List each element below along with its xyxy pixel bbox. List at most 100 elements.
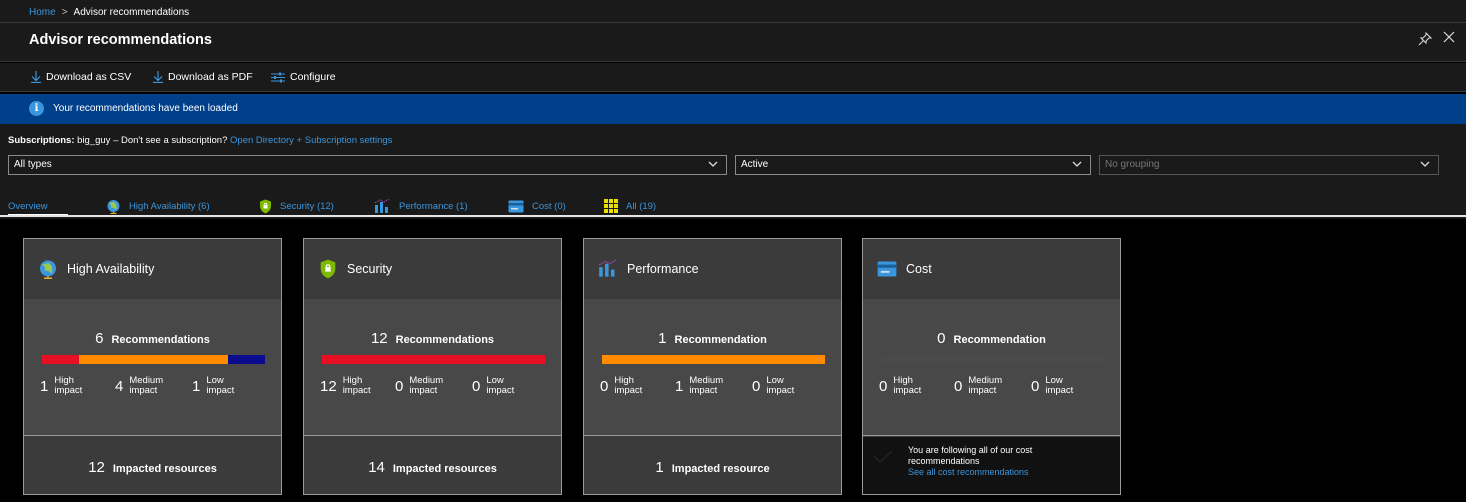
high-impact-label-2: impact	[54, 385, 83, 396]
high-impact-label: High impact	[614, 376, 642, 396]
low-impact-label-2: impact	[486, 385, 515, 396]
medium-impact: 0 Medium impact	[395, 376, 443, 396]
high-impact-count: 1	[40, 377, 49, 395]
cost-following-message: You are following all of our cost recomm…	[863, 437, 1120, 494]
card-header: Security	[304, 239, 561, 299]
tabs-divider	[0, 215, 1466, 217]
info-message: Your recommendations have been loaded	[53, 103, 238, 114]
impacted-resources-count: 1	[655, 459, 664, 476]
card-impacted-resources: 12 Impacted resources	[24, 437, 281, 494]
performance-icon	[598, 259, 616, 277]
recommendation-number: 6	[95, 330, 104, 347]
status-filter-dropdown[interactable]: Active	[735, 155, 1091, 175]
medium-impact-label-2: impact	[409, 385, 438, 396]
high-impact: 0 High impact	[879, 376, 921, 396]
low-impact-count: 1	[192, 377, 201, 395]
card-impacted-resources: 1 Impacted resource	[584, 437, 841, 494]
high-impact: 1 High impact	[40, 376, 82, 396]
card-recommendations: 12 Recommendations 12 High impact 0 Medium im…	[304, 299, 561, 436]
grouping-placeholder: No grouping	[1105, 159, 1160, 170]
checkmark-icon	[873, 451, 893, 463]
impact-bar-low	[227, 355, 266, 364]
card-header: Performance	[584, 239, 841, 299]
download-pdf-label: Download as PDF	[168, 71, 253, 83]
impact-breakdown: 1 High impact 4 Medium impact 1 Low impact	[40, 376, 270, 406]
tab-overview[interactable]: Overview	[8, 198, 48, 214]
card-title: Security	[347, 262, 393, 276]
configure-icon	[271, 72, 285, 82]
card-title: Performance	[627, 262, 699, 276]
card-security[interactable]: Security 12 Recommendations 12 High impact …	[303, 238, 562, 495]
breadcrumb-home-link[interactable]: Home	[29, 7, 56, 18]
close-icon[interactable]	[1443, 31, 1455, 43]
medium-impact-label-2: impact	[689, 385, 718, 396]
low-impact-label-2: impact	[766, 385, 795, 396]
chevron-down-icon	[708, 161, 718, 167]
medium-impact-label-2: impact	[129, 385, 158, 396]
impact-bar	[322, 355, 545, 364]
tab-performance[interactable]: Performance (1)	[374, 198, 468, 214]
card-cost[interactable]: Cost 0 Recommendation 0 High impact 0 Medium…	[862, 238, 1121, 495]
low-impact-label-2: impact	[206, 385, 235, 396]
card-performance[interactable]: Performance 1 Recommendation 0 High impact …	[583, 238, 842, 495]
recommendation-number: 1	[658, 330, 667, 347]
low-impact: 0 Low impact	[1031, 376, 1073, 396]
impacted-resources: 12 Impacted resources	[24, 459, 281, 476]
configure-label: Configure	[290, 71, 336, 83]
recommendation-label: Recommendations	[111, 334, 210, 346]
impact-bar-empty	[881, 355, 1104, 364]
impact-bar	[881, 355, 1104, 364]
download-icon	[153, 71, 163, 83]
chevron-down-icon	[1420, 161, 1430, 167]
medium-impact: 4 Medium impact	[115, 376, 163, 396]
pin-icon[interactable]	[1418, 32, 1432, 46]
tab-cost[interactable]: Cost (0)	[508, 198, 566, 214]
grouping-dropdown[interactable]: No grouping	[1099, 155, 1439, 175]
recommendations-count: 1 Recommendation	[584, 330, 841, 347]
info-banner: i Your recommendations have been loaded	[0, 94, 1466, 124]
card-high-availability[interactable]: High Availability 6 Recommendations 1 High…	[23, 238, 282, 495]
tab-security[interactable]: Security (12)	[259, 198, 334, 214]
low-impact-label: Low impact	[766, 376, 794, 396]
tab-cost-label: Cost (0)	[532, 200, 566, 212]
performance-icon	[374, 198, 390, 213]
card-impacted-resources: 14 Impacted resources	[304, 437, 561, 494]
low-impact: 0 Low impact	[472, 376, 514, 396]
impact-bar-high	[42, 355, 80, 364]
medium-impact-count: 0	[395, 377, 404, 395]
subscriptions-value: big_guy – Don't see a subscription?	[74, 135, 228, 146]
download-pdf-button[interactable]: Download as PDF	[153, 71, 253, 83]
low-impact-label: Low impact	[1045, 376, 1073, 396]
filters-area: Subscriptions: big_guy – Don't see a sub…	[0, 124, 1466, 219]
tab-high-availability[interactable]: High Availability (6)	[106, 198, 210, 214]
blade-header: Advisor recommendations	[0, 22, 1466, 62]
medium-impact-label: Medium impact	[129, 376, 163, 396]
configure-button[interactable]: Configure	[271, 71, 336, 83]
open-directory-link[interactable]: Open Directory + Subscription settings	[230, 135, 392, 146]
impacted-resources-label: Impacted resources	[112, 463, 217, 475]
medium-impact-count: 1	[675, 377, 684, 395]
medium-impact-label-2: impact	[968, 385, 997, 396]
tab-all[interactable]: All (19)	[604, 198, 656, 214]
high-impact: 0 High impact	[600, 376, 642, 396]
tab-performance-label: Performance (1)	[399, 200, 468, 212]
toolbar: Download as CSV Download as PDF Configur…	[0, 63, 1466, 92]
cost-following-line-2: recommendations	[908, 456, 980, 466]
impact-bar-high	[322, 355, 545, 364]
high-impact-count: 0	[879, 377, 888, 395]
low-impact-count: 0	[1031, 377, 1040, 395]
type-filter-dropdown[interactable]: All types	[8, 155, 727, 175]
high-impact-count: 0	[600, 377, 609, 395]
impact-breakdown: 0 High impact 0 Medium impact 0 Low impact	[879, 376, 1109, 406]
status-filter-value: Active	[741, 159, 769, 170]
medium-impact-count: 0	[954, 377, 963, 395]
shield-icon	[260, 199, 271, 213]
see-all-cost-link[interactable]: See all cost recommendations	[908, 467, 1108, 478]
breadcrumb-current: Advisor recommendations	[73, 7, 190, 18]
download-csv-button[interactable]: Download as CSV	[31, 71, 131, 83]
low-impact: 1 Low impact	[192, 376, 234, 396]
recommendation-number: 0	[937, 330, 946, 347]
impacted-resources-label: Impacted resources	[392, 463, 497, 475]
card-header: Cost	[863, 239, 1120, 299]
recommendation-label: Recommendations	[395, 334, 495, 346]
